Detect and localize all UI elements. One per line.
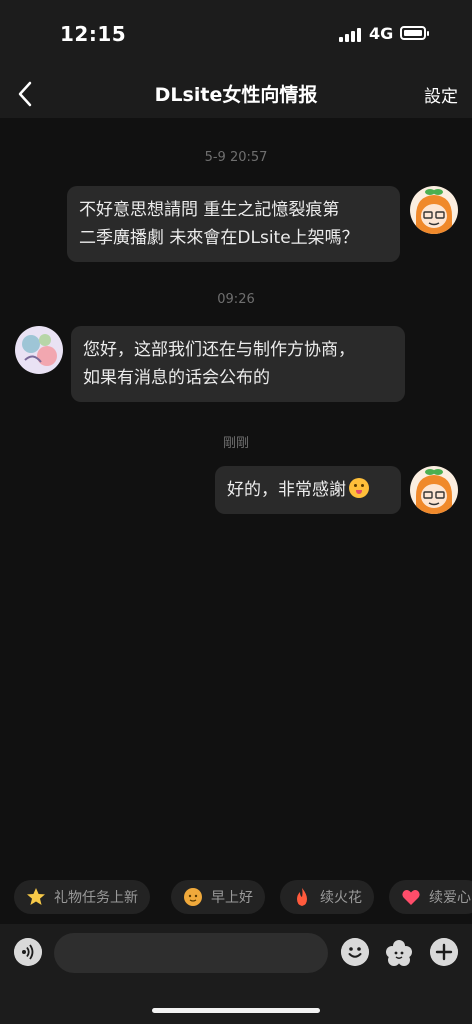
message-line: 如果有消息的话会公布的 (83, 368, 270, 388)
sticker-flower-icon[interactable] (384, 938, 414, 968)
message-line: 不好意思想請問 重生之記憶裂痕第 (79, 200, 340, 220)
quick-reply-bar: 礼物任务上新 早上好 续火花 续爱心 (0, 878, 472, 918)
nav-bar: DLsite女性向情报 設定 (0, 70, 472, 118)
quick-reply-label: 续爱心 (429, 890, 471, 906)
official-account-avatar[interactable] (15, 326, 63, 374)
message-bubble-outgoing[interactable]: 好的，非常感謝 (215, 466, 401, 514)
message-bubble-outgoing[interactable]: 不好意思想請問 重生之記憶裂痕第 二季廣播劇 未來會在DLsite上架嗎？ (67, 186, 400, 262)
home-indicator[interactable] (152, 1008, 320, 1013)
message-line: 您好，这部我们还在与制作方协商， (83, 340, 355, 360)
quick-reply-keep-spark[interactable]: 续火花 (280, 880, 374, 914)
composer-bar (0, 924, 472, 1024)
emoji-icon[interactable] (341, 938, 369, 966)
quick-reply-label: 续火花 (320, 890, 362, 906)
status-bar: 12:15 4G (0, 0, 472, 70)
network-type: 4G (369, 24, 394, 43)
blushing-face-emoji-icon (349, 478, 369, 498)
signal-icon (339, 26, 363, 42)
my-avatar[interactable] (410, 186, 458, 234)
chat-area[interactable]: 5-9 20:57 不好意思想請問 重生之記憶裂痕第 二季廣播劇 未來會在DLs… (0, 118, 472, 878)
message-line: 好的，非常感謝 (227, 480, 346, 500)
message-bubble-incoming[interactable]: 您好，这部我们还在与制作方协商， 如果有消息的话会公布的 (71, 326, 405, 402)
heart-icon (402, 890, 420, 905)
quick-reply-label: 早上好 (211, 890, 253, 906)
chat-title: DLsite女性向情报 (154, 84, 318, 106)
sun-face-icon (184, 888, 202, 906)
quick-reply-label: 礼物任务上新 (54, 890, 138, 906)
plus-icon[interactable] (430, 938, 458, 966)
message-input[interactable] (54, 933, 328, 973)
star-icon (27, 888, 45, 905)
fire-icon (297, 888, 307, 906)
battery-icon (400, 26, 429, 40)
message-line: 二季廣播劇 未來會在DLsite上架嗎？ (79, 228, 359, 248)
my-avatar[interactable] (410, 466, 458, 514)
message-timestamp: 剛剛 (222, 436, 249, 451)
quick-reply-gift-tasks[interactable]: 礼物任务上新 (14, 880, 150, 914)
settings-button[interactable]: 設定 (424, 82, 458, 107)
message-timestamp: 5-9 20:57 (204, 150, 268, 165)
voice-input-icon[interactable] (14, 938, 42, 966)
quick-reply-keep-love[interactable]: 续爱心 (389, 880, 472, 914)
quick-reply-good-morning[interactable]: 早上好 (171, 880, 265, 914)
status-time: 12:15 (60, 22, 127, 46)
message-timestamp: 09:26 (217, 292, 255, 307)
